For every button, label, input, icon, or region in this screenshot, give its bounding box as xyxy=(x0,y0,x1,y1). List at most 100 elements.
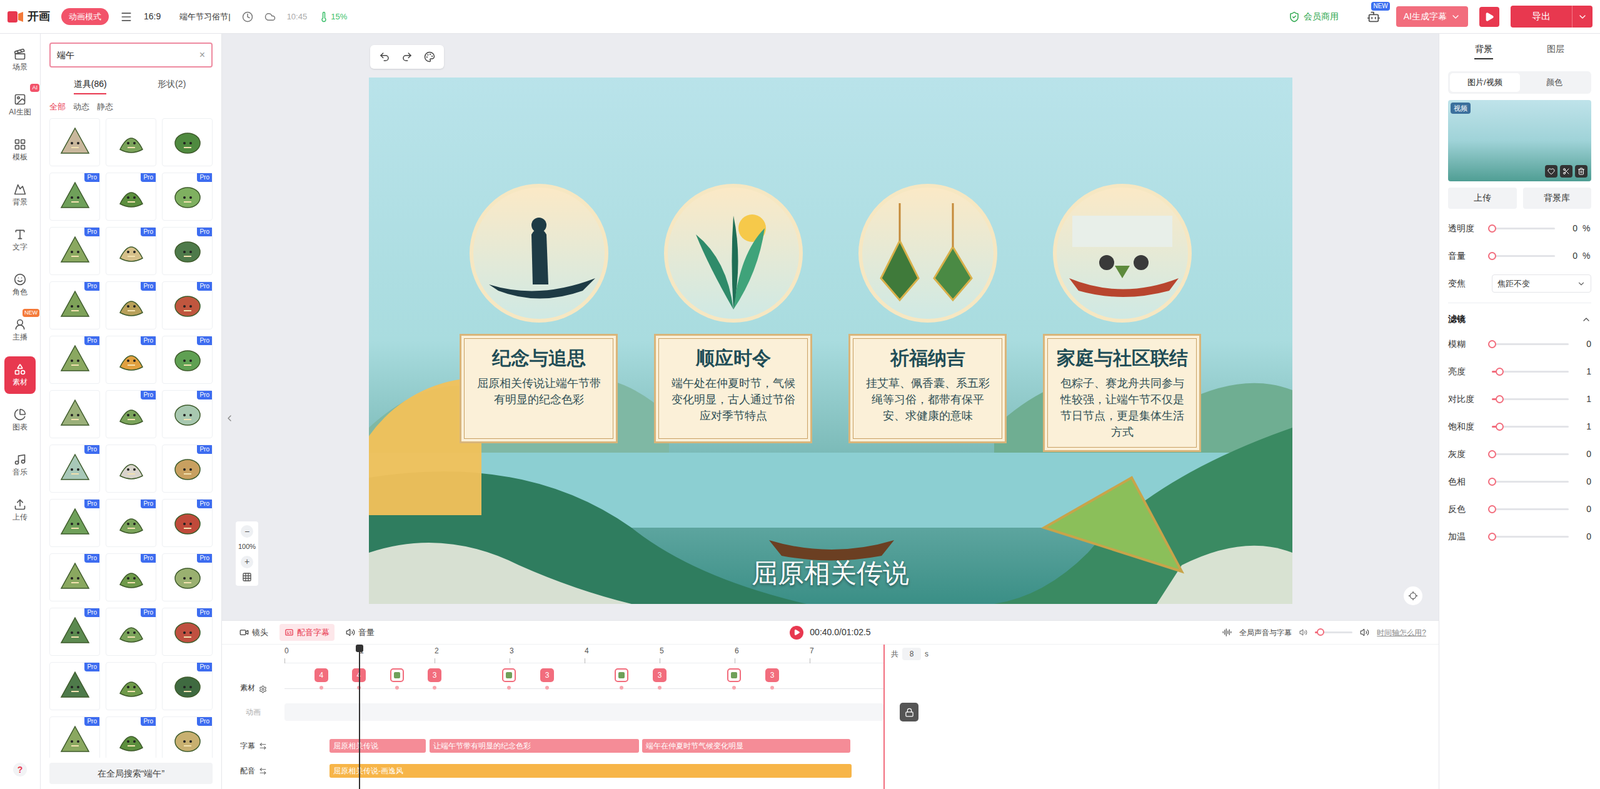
slider-knob[interactable] xyxy=(1488,224,1497,233)
locate-button[interactable] xyxy=(1403,586,1423,606)
slider-knob[interactable] xyxy=(1488,532,1497,541)
slider-track[interactable] xyxy=(1491,370,1569,373)
ratio[interactable]: 16:9 xyxy=(143,10,161,24)
voice-clip[interactable]: 屈原相关传说-画逸风 xyxy=(329,764,852,778)
zoom-select[interactable]: 焦距不变 xyxy=(1491,274,1592,294)
rail-item[interactable]: 角色 xyxy=(4,266,36,304)
slider-value[interactable]: 0 xyxy=(1559,221,1578,236)
topic-illustration[interactable] xyxy=(664,183,803,323)
asset-item[interactable]: Pro xyxy=(49,607,101,656)
asset-item[interactable]: Pro xyxy=(161,662,213,711)
asset-item[interactable]: Pro xyxy=(161,553,213,602)
asset-item[interactable]: Pro xyxy=(161,498,213,548)
slider-track[interactable] xyxy=(1491,480,1569,483)
asset-item[interactable]: Pro xyxy=(105,172,157,221)
slider-value[interactable]: 0 xyxy=(1559,249,1578,263)
zoom-out-button[interactable]: − xyxy=(240,525,254,538)
asset-item[interactable] xyxy=(161,118,213,167)
robot-button[interactable]: NEW xyxy=(1362,5,1385,29)
topic-illustration[interactable] xyxy=(1052,183,1192,323)
clear-button[interactable]: × xyxy=(199,47,206,63)
swap-icon[interactable] xyxy=(258,742,267,751)
rail-item[interactable]: 背景 xyxy=(4,176,36,214)
asset-item[interactable]: Pro xyxy=(49,662,101,711)
slider-knob[interactable] xyxy=(1495,422,1504,431)
asset-item[interactable]: Pro xyxy=(49,716,101,759)
rail-item[interactable]: 模板 xyxy=(4,131,36,169)
timeline-tab[interactable]: 音量 xyxy=(340,623,380,642)
asset-tab[interactable]: 道具(86) xyxy=(49,75,132,95)
subtitle-clip[interactable]: 端午在仲夏时节气候变化明显 xyxy=(642,739,851,753)
slider-value[interactable]: 0 xyxy=(1573,475,1592,489)
collapse-button[interactable] xyxy=(224,408,235,428)
global-audio[interactable]: 全局声音与字幕 xyxy=(1239,627,1292,639)
asset-marker[interactable]: 4 xyxy=(314,668,329,690)
asset-item[interactable]: Pro xyxy=(105,390,157,439)
rail-item[interactable]: 场景 xyxy=(4,41,36,79)
filter-chip[interactable]: 动态 xyxy=(73,100,90,114)
asset-item[interactable]: Pro xyxy=(161,226,213,276)
asset-item[interactable]: Pro xyxy=(161,444,213,493)
grid-icon[interactable] xyxy=(241,572,252,583)
asset-item[interactable]: Pro xyxy=(49,172,101,221)
background-button[interactable]: 上传 xyxy=(1448,187,1517,209)
asset-item[interactable]: Pro xyxy=(105,335,157,384)
panel-tab[interactable]: 背景 xyxy=(1448,33,1520,66)
search-field[interactable]: 端午× xyxy=(49,42,213,68)
asset-item[interactable]: Pro xyxy=(161,335,213,384)
slider-value[interactable]: 0 xyxy=(1573,530,1592,544)
preview-button[interactable] xyxy=(1479,6,1500,27)
commercial[interactable]: 会员商用 xyxy=(1288,10,1339,24)
asset-marker[interactable] xyxy=(502,668,516,690)
global-volume-track[interactable] xyxy=(1314,631,1353,634)
asset-marker[interactable]: 3 xyxy=(540,668,554,690)
slider-knob[interactable] xyxy=(1488,477,1497,486)
slider-value[interactable]: 1 xyxy=(1573,420,1592,434)
logo[interactable]: 开画 xyxy=(7,8,51,26)
background-thumbnail[interactable]: 视频 xyxy=(1448,100,1592,182)
asset-item[interactable]: Pro xyxy=(161,281,213,330)
rail-item[interactable]: 素材 xyxy=(4,356,36,394)
asset-item[interactable] xyxy=(49,118,101,167)
slide[interactable]: 纪念与追思屈原相关传说让端午节带有明显的纪念色彩顺应时令端午处在仲夏时节，气候变… xyxy=(368,77,1293,604)
slider-knob[interactable] xyxy=(1488,340,1497,349)
slider-track[interactable] xyxy=(1491,255,1555,257)
swap-icon[interactable] xyxy=(258,767,267,776)
asset-marker[interactable]: 3 xyxy=(765,668,780,690)
ai-subtitle-button[interactable]: AI生成字幕 xyxy=(1396,6,1469,27)
subtitle[interactable]: 屈原相关传说 xyxy=(751,557,910,589)
rail-item[interactable]: 图表 xyxy=(4,401,36,439)
asset-item[interactable]: Pro xyxy=(105,607,157,656)
asset-item[interactable]: Pro xyxy=(49,498,101,548)
slider-value[interactable]: 1 xyxy=(1573,365,1592,379)
filter-header[interactable]: 滤镜 xyxy=(1448,308,1592,331)
slider-track[interactable] xyxy=(1491,535,1569,538)
filter-chip[interactable]: 全部 xyxy=(49,100,66,114)
thumb-action[interactable] xyxy=(1574,165,1588,178)
slider-track[interactable] xyxy=(1491,398,1569,401)
asset-item[interactable]: Pro xyxy=(161,716,213,759)
asset-item[interactable]: Pro xyxy=(105,498,157,548)
asset-marker[interactable] xyxy=(727,668,741,690)
menu-icon[interactable] xyxy=(120,10,133,24)
asset-item[interactable]: Pro xyxy=(105,226,157,276)
asset-item[interactable] xyxy=(105,118,157,167)
redo-icon[interactable] xyxy=(401,51,413,63)
timeline-help[interactable]: 时间轴怎么用? xyxy=(1376,627,1427,639)
asset-item[interactable] xyxy=(105,662,157,711)
thumb-action[interactable] xyxy=(1544,165,1558,178)
slider-knob[interactable] xyxy=(1488,450,1497,459)
asset-marker[interactable]: 3 xyxy=(427,668,442,690)
filter-chip[interactable]: 静态 xyxy=(96,100,114,114)
asset-item[interactable]: Pro xyxy=(105,553,157,602)
slider-track[interactable] xyxy=(1491,343,1569,346)
gear-icon[interactable] xyxy=(258,685,267,694)
cloud-icon[interactable] xyxy=(264,11,276,23)
asset-marker[interactable]: 3 xyxy=(652,668,667,690)
topic-card[interactable]: 家庭与社区联结包粽子、赛龙舟共同参与性较强，让端午节不仅是节日节点，更是集体生活… xyxy=(1042,333,1202,453)
rail-item[interactable]: 文字 xyxy=(4,221,36,259)
zoom-in-button[interactable]: + xyxy=(240,555,254,569)
rail-item[interactable]: 主播NEW xyxy=(4,311,36,349)
help-button[interactable]: ? xyxy=(13,762,27,777)
palette-icon[interactable] xyxy=(423,51,436,63)
